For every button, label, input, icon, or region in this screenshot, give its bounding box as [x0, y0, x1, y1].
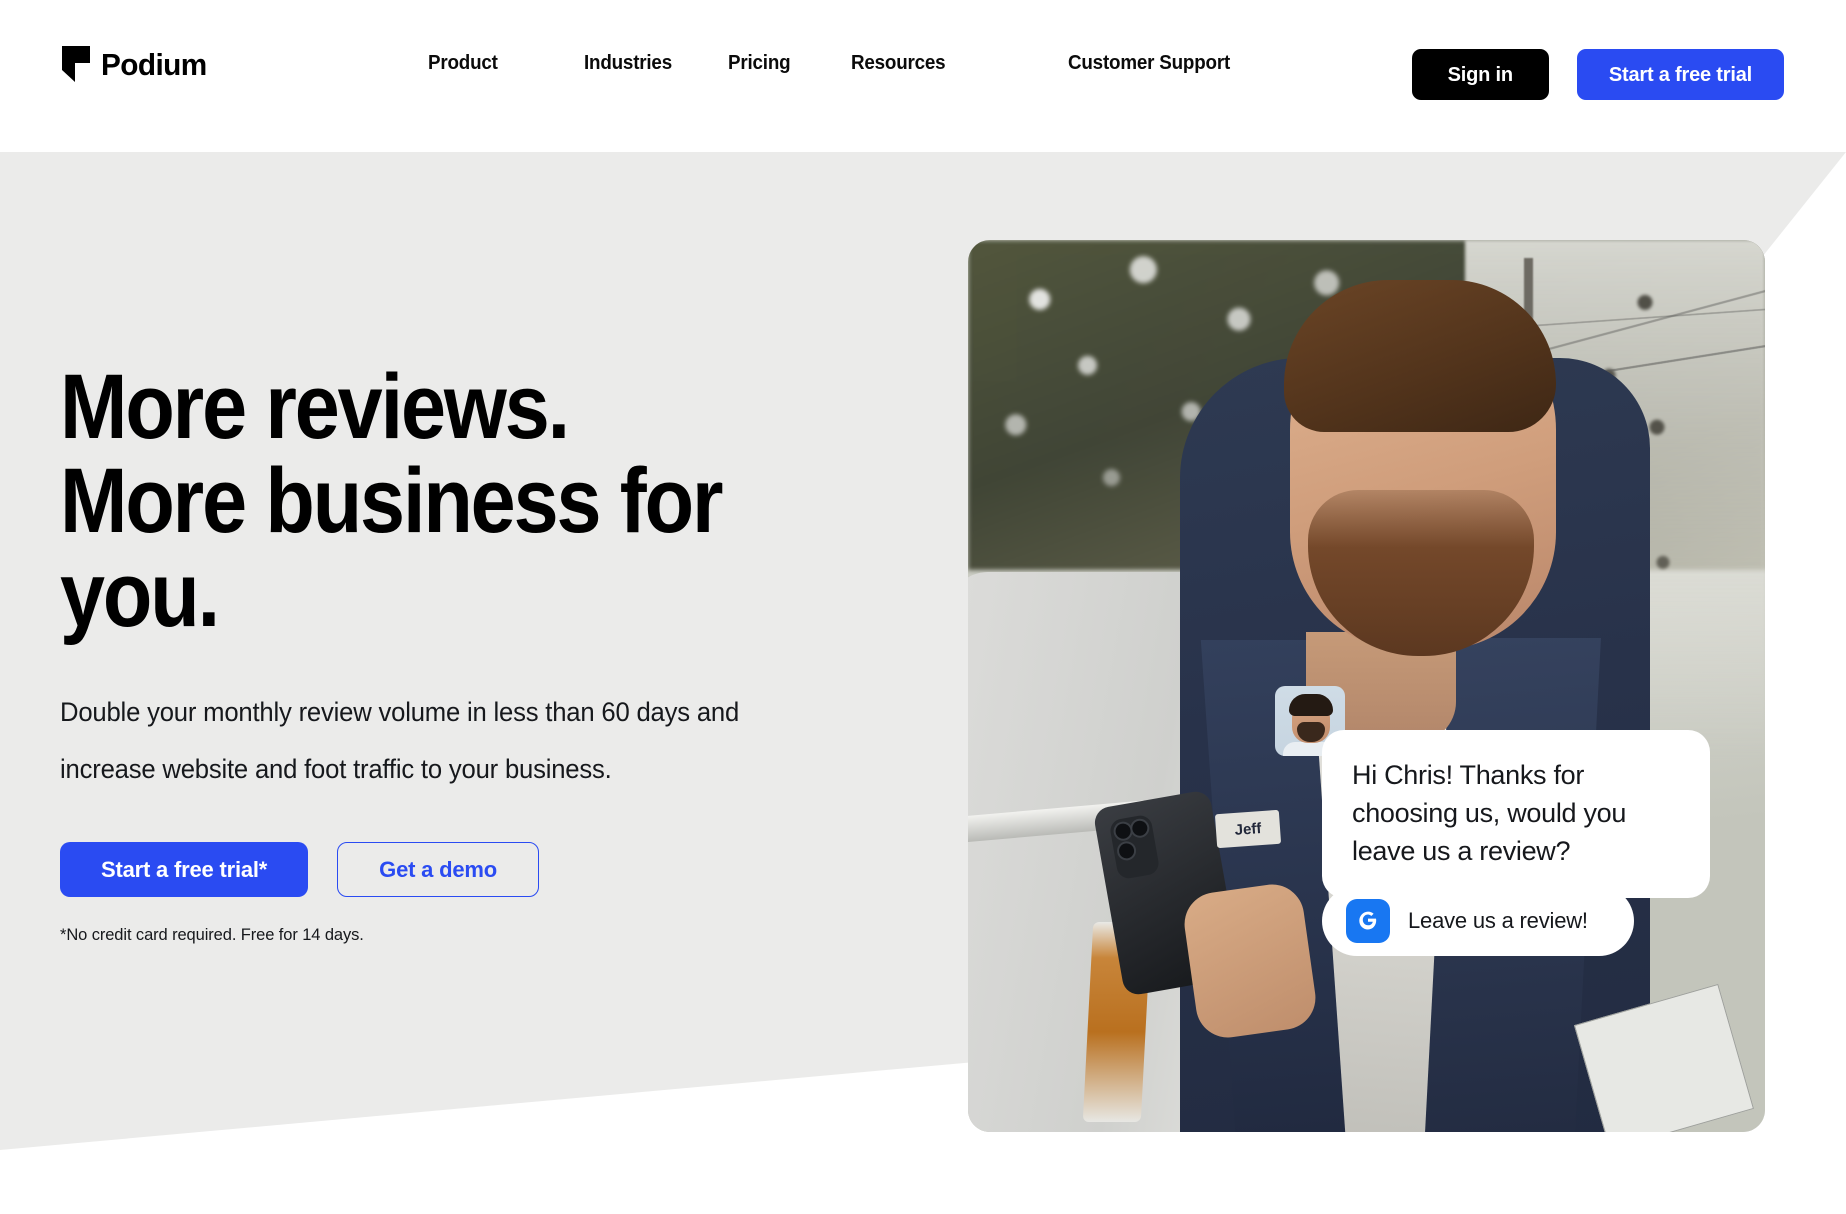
leave-review-label: Leave us a review! [1408, 908, 1588, 933]
photo-person-hand [1180, 880, 1320, 1042]
podium-flag-icon [62, 46, 90, 82]
headline-line-3: you. [60, 544, 220, 646]
start-free-trial-button[interactable]: Start a free trial [1576, 49, 1784, 100]
headline-line-2: More business for [60, 450, 723, 552]
hero-disclaimer: *No credit card required. Free for 14 da… [60, 925, 364, 944]
nav-item-pricing[interactable]: Pricing [728, 52, 791, 75]
google-review-icon [1346, 899, 1390, 943]
primary-nav: Product Industries Pricing Resources Cus… [428, 52, 1240, 75]
chat-message-bubble: Hi Chris! Thanks for choosing us, would … [1322, 730, 1710, 898]
hero-content: More reviews. More business for you. Dou… [60, 360, 840, 945]
podium-logo[interactable]: Podium [62, 46, 211, 82]
hero-headline: More reviews. More business for you. [60, 360, 834, 642]
hero-get-a-demo-button[interactable]: Get a demo [337, 842, 539, 897]
nav-item-customer-support[interactable]: Customer Support [1068, 52, 1230, 75]
avatar-hair [1289, 694, 1333, 716]
hero-photo: Jeff [968, 240, 1765, 1132]
headline-line-1: More reviews. [60, 356, 570, 458]
nav-item-product[interactable]: Product [428, 52, 498, 75]
chat-message-text: Hi Chris! Thanks for choosing us, would … [1352, 760, 1627, 866]
podium-wordmark: Podium [101, 46, 207, 82]
site-header: Podium Product Industries Pricing Resour… [0, 0, 1846, 152]
nav-item-industries[interactable]: Industries [584, 52, 672, 75]
photo-name-badge: Jeff [1214, 809, 1282, 849]
nav-item-resources[interactable]: Resources [851, 52, 946, 75]
hero-start-free-trial-button[interactable]: Start a free trial* [60, 842, 309, 897]
landing-page: Podium Product Industries Pricing Resour… [0, 0, 1846, 1214]
hero-subheadline: Double your monthly review volume in les… [60, 697, 740, 784]
photo-person-hair [1284, 280, 1556, 432]
header-actions: Sign in Start a free trial [1411, 49, 1784, 100]
leave-review-chip[interactable]: Leave us a review! [1322, 886, 1634, 956]
sign-in-button[interactable]: Sign in [1411, 49, 1549, 100]
photo-phone-camera [1108, 813, 1161, 881]
hero-cta-row: Start a free trial* Get a demo [60, 842, 840, 897]
